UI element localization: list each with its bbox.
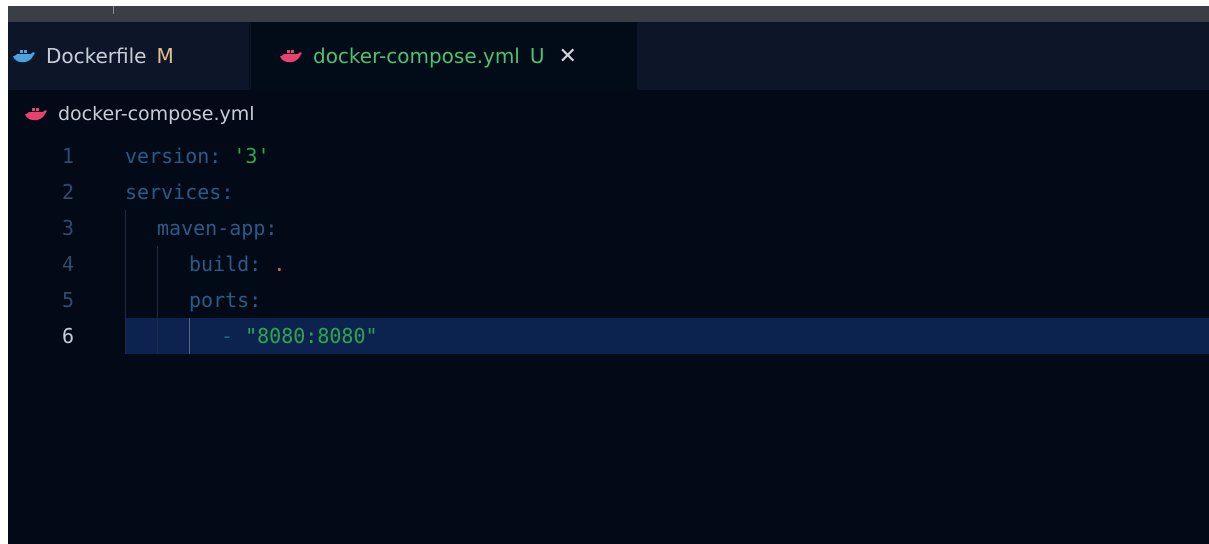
yaml-separator: : — [265, 216, 278, 240]
line-number: 1 — [61, 144, 74, 168]
docker-whale-icon — [13, 50, 35, 63]
code-text: maven-app: — [125, 216, 277, 240]
line-number: 5 — [61, 288, 74, 312]
line-number: 2 — [61, 180, 74, 204]
breadcrumb-file: docker-compose.yml — [58, 103, 255, 125]
docker-whale-icon — [25, 108, 47, 121]
code-text: ports: — [125, 288, 261, 312]
indent-guide-active — [189, 318, 190, 354]
line-number: 3 — [61, 216, 74, 240]
code-text: - "8080:8080" — [125, 324, 378, 348]
title-bar — [8, 6, 1209, 22]
yaml-list-dash: - — [221, 324, 246, 348]
yaml-separator: : — [249, 288, 262, 312]
tab-dockerfile[interactable]: Dockerfile M — [8, 22, 250, 90]
code-line[interactable]: 4 build: . — [8, 246, 1209, 282]
tab-bar: Dockerfile M docker-compose.yml U ✕ — [8, 22, 1209, 90]
tab-docker-compose[interactable]: docker-compose.yml U ✕ — [251, 22, 637, 90]
tab-label: docker-compose.yml — [313, 44, 520, 68]
code-text: version: '3' — [125, 144, 270, 168]
modified-badge: M — [156, 44, 174, 68]
yaml-separator: : — [249, 252, 274, 276]
code-line[interactable]: 5 ports: — [8, 282, 1209, 318]
yaml-key: maven-app — [157, 216, 266, 240]
code-line[interactable]: 3 maven-app: — [8, 210, 1209, 246]
docker-whale-icon — [280, 50, 302, 63]
title-bar-caret — [113, 6, 114, 14]
code-line[interactable]: 1 version: '3' — [8, 138, 1209, 174]
yaml-key: build — [189, 252, 250, 276]
yaml-key: ports — [189, 288, 250, 312]
yaml-separator: : — [221, 180, 234, 204]
code-text: build: . — [125, 252, 285, 276]
code-text: services: — [125, 180, 233, 204]
yaml-key: version — [125, 144, 210, 168]
line-number: 4 — [61, 252, 74, 276]
close-icon[interactable]: ✕ — [559, 44, 577, 69]
untracked-badge: U — [529, 44, 545, 68]
tab-label: Dockerfile — [46, 44, 147, 68]
yaml-key: services — [125, 180, 222, 204]
indent-guide — [157, 246, 158, 354]
code-editor[interactable]: 1 version: '3' 2 services: 3 maven-app: … — [8, 138, 1209, 368]
editor-window: Dockerfile M docker-compose.yml U ✕ dock… — [8, 6, 1209, 544]
code-line[interactable]: 2 services: — [8, 174, 1209, 210]
line-number: 6 — [61, 324, 74, 348]
indent-guide — [125, 210, 126, 354]
yaml-value: "8080:8080" — [245, 324, 378, 348]
breadcrumb[interactable]: docker-compose.yml — [24, 100, 255, 128]
yaml-value: '3' — [233, 144, 270, 168]
yaml-value: . — [273, 252, 286, 276]
yaml-separator: : — [209, 144, 234, 168]
